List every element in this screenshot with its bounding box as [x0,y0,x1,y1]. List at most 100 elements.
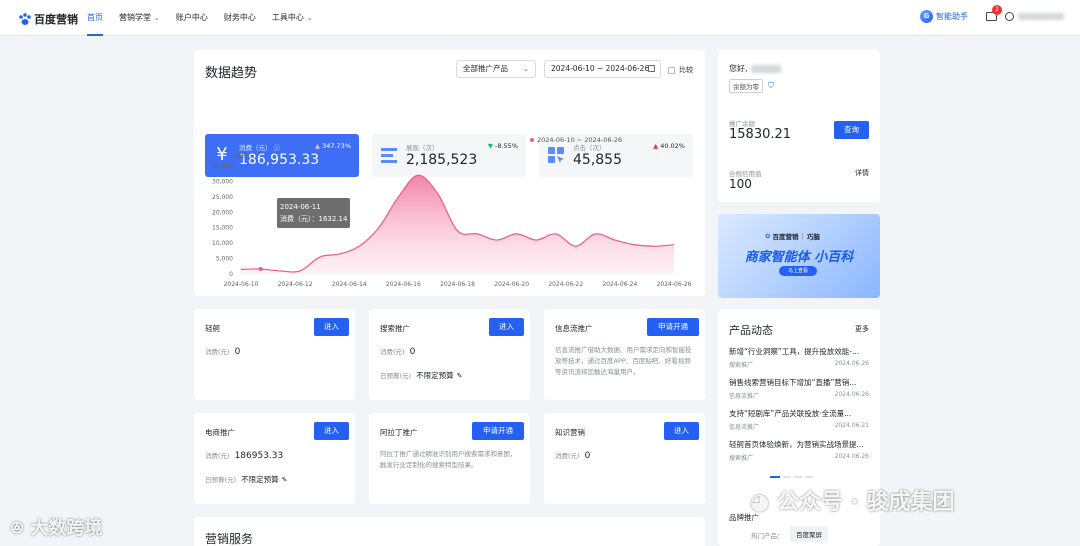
product-action-button[interactable]: 进入 [314,318,349,336]
data-trend-card: 数据趋势 全部推广产品 ⌄ 2024-06-10 ~ 2024-06-26 比较 … [194,50,705,296]
spend-label: 消费(元) [205,348,230,356]
nav-item-4[interactable]: 工具中心 ⌄ [264,0,321,36]
nav-item-0[interactable]: 首页 [79,0,111,36]
edit-icon[interactable]: ✎ [282,476,288,484]
banner-brand1: 百度营销 [772,233,799,241]
hot-product-tag[interactable]: 百度聚屏 [790,526,828,542]
news-item-category: 搜索推广 [729,362,754,369]
news-item-date: 2024.06.26 [834,391,869,398]
checkbox-icon [668,66,675,74]
promo-banner[interactable]: ✿ 百度营销 | 巧脑 商家智能体 小百科 马上查看 [718,214,880,298]
compare-label: 比较 [679,66,693,74]
banner-paw-icon: ✿ [765,232,771,240]
product-card: 搜索推广 进入 消费(元) 0 日预算(元) 不限定预算 ✎ [369,309,530,400]
y-tick-label: 20,000 [212,209,233,216]
news-item-date: 2024.06.21 [834,422,869,429]
tooltip-value: 消费（元）：1632.14 [280,215,348,223]
budget-label: 日预算(元) [205,476,237,484]
chart-tooltip: 2024-06-11 消费（元）：1632.14 [277,198,351,228]
data-point[interactable] [258,266,263,271]
product-card: 阿拉丁推广 申请开通 阿拉丁推广通过精准识别用户搜索需求和意图，触发行业定制化的搜索… [369,413,530,504]
product-action-button[interactable]: 进入 [314,422,349,440]
username-blurred[interactable] [1018,13,1064,20]
budget-value: 不限定预算 [241,475,279,484]
spend-value: 0 [234,347,241,357]
brand-logo[interactable]: 百度营销 [18,11,78,27]
brand-name: 百度营销 [34,13,78,26]
product-action-button[interactable]: 进入 [664,422,699,440]
product-name: 信息流推广 [555,324,593,333]
user-icon[interactable] [1005,12,1014,21]
product-action-button[interactable]: 进入 [489,318,524,336]
news-item[interactable]: 新增“行业洞察”工具，提升投放效能-... 搜索推广 2024.06.26 [729,346,869,377]
product-action-button[interactable]: 申请开通 [472,422,524,440]
spend-label: 消费(元) [205,452,230,460]
news-item-title: 轻舸首页体验焕新，为营销实战场景提... [729,440,864,449]
account-card: 您好, 余额为零 ⛉ 推广余额 15830.21 查询 合规信用值 100 详情 [718,50,880,202]
nav-label: 账户中心 [175,13,208,22]
y-tick-label: 25,000 [212,194,233,201]
product-action-button[interactable]: 申请开通 [647,318,699,336]
nav-label: 财务中心 [223,13,256,22]
x-tick-label: 2024-06-10 [224,281,259,288]
date-range-picker[interactable]: 2024-06-10 ~ 2024-06-26 [544,60,661,78]
banner-cta[interactable]: 马上查看 [779,266,817,276]
news-item-date: 2024.06.26 [834,360,869,367]
balance-tag[interactable]: 余额为零 [729,79,763,93]
x-tick-label: 2024-06-26 [657,281,692,288]
nav-label: 首页 [87,13,103,22]
news-item-date: 2024.06.26 [834,453,869,460]
y-tick-label: 15,000 [212,225,233,232]
spend-area-chart[interactable]: 消费35,000 30,000 25,000 20,000 15,000 10,000 5,… [194,146,705,294]
marketing-service-card: 营销服务 [194,517,705,546]
credit-value: 100 [729,177,752,191]
tooltip-date: 2024-06-11 [280,203,321,211]
x-tick-label: 2024-06-16 [386,281,421,288]
nav-item-1[interactable]: 营销学堂 ⌄ [111,0,168,36]
news-more-link[interactable]: 更多 [855,324,869,334]
nav-label: 营销学堂 [119,13,151,22]
mail-icon[interactable]: 2 [986,5,1002,21]
greeting: 您好, [729,64,748,73]
smart-assistant-button[interactable]: G 智能助手 [920,10,968,23]
product-name: 阿拉丁推广 [380,428,418,437]
compare-checkbox[interactable]: 比较 [668,65,693,75]
hot-products-label: 热门产品： [751,532,784,540]
header-actions: G 智能助手 2 [920,5,1064,23]
account-name-blurred [750,64,781,73]
news-item[interactable]: 轻舸首页体验焕新，为营销实战场景提... 搜索推广 2024.06.26 [729,439,869,470]
news-item-category: 搜索推广 [729,455,754,462]
main-nav: 首页 营销学堂 ⌄ 账户中心 财务中心 工具中心 ⌄ [79,0,321,36]
legend-dot [530,138,534,142]
date-range-value: 2024-06-10 ~ 2024-06-26 [551,64,650,73]
paw-logo-icon [19,12,31,25]
product-select-value: 全部推广产品 [463,64,508,73]
spend-value: 186953.33 [234,451,284,461]
nav-item-2[interactable]: 账户中心 [168,0,216,36]
product-card: 知识营销 进入 消费(元) 0 [544,413,705,504]
chevron-down-icon: ⌄ [306,14,313,22]
y-tick-label: 30,000 [212,178,233,185]
news-item[interactable]: 销售线索营销目标下增加“直播”营销... 信息流推广 2024.06.26 [729,377,869,408]
carousel-dots[interactable] [770,476,813,478]
x-tick-label: 2024-06-18 [440,281,475,288]
product-name: 知识营销 [555,428,585,437]
product-name: 轻舸 [205,324,220,333]
news-title: 产品动态 [729,324,773,337]
product-select[interactable]: 全部推广产品 ⌄ [456,60,536,78]
edit-icon[interactable]: ✎ [457,372,463,380]
x-tick-label: 2024-06-22 [548,281,583,288]
news-item[interactable]: 支持“短剧库”产品关联投放·全流量... 信息流推广 2024.06.21 [729,408,869,439]
shield-icon[interactable]: ⛉ [768,81,774,91]
query-button[interactable]: 查询 [834,121,869,139]
legend-label: 2024-06-10 ~ 2024-06-26 [537,136,623,144]
y-tick-label: 5,000 [216,256,233,263]
chevron-down-icon: ⌄ [154,14,160,22]
chart-legend[interactable]: 2024-06-10 ~ 2024-06-26 [530,136,622,144]
chevron-down-icon: ⌄ [522,64,529,73]
detail-link[interactable]: 详情 [855,168,869,178]
news-item-title: 新增“行业洞察”工具，提升投放效能-... [729,347,860,356]
news-item-title: 销售线索营销目标下增加“直播”营销... [729,378,857,387]
nav-item-3[interactable]: 财务中心 [216,0,264,36]
product-card: 信息流推广 申请开通 信息流推广借助大数据、用户需求定向和智能投放等技术，通过百度A… [544,309,705,400]
